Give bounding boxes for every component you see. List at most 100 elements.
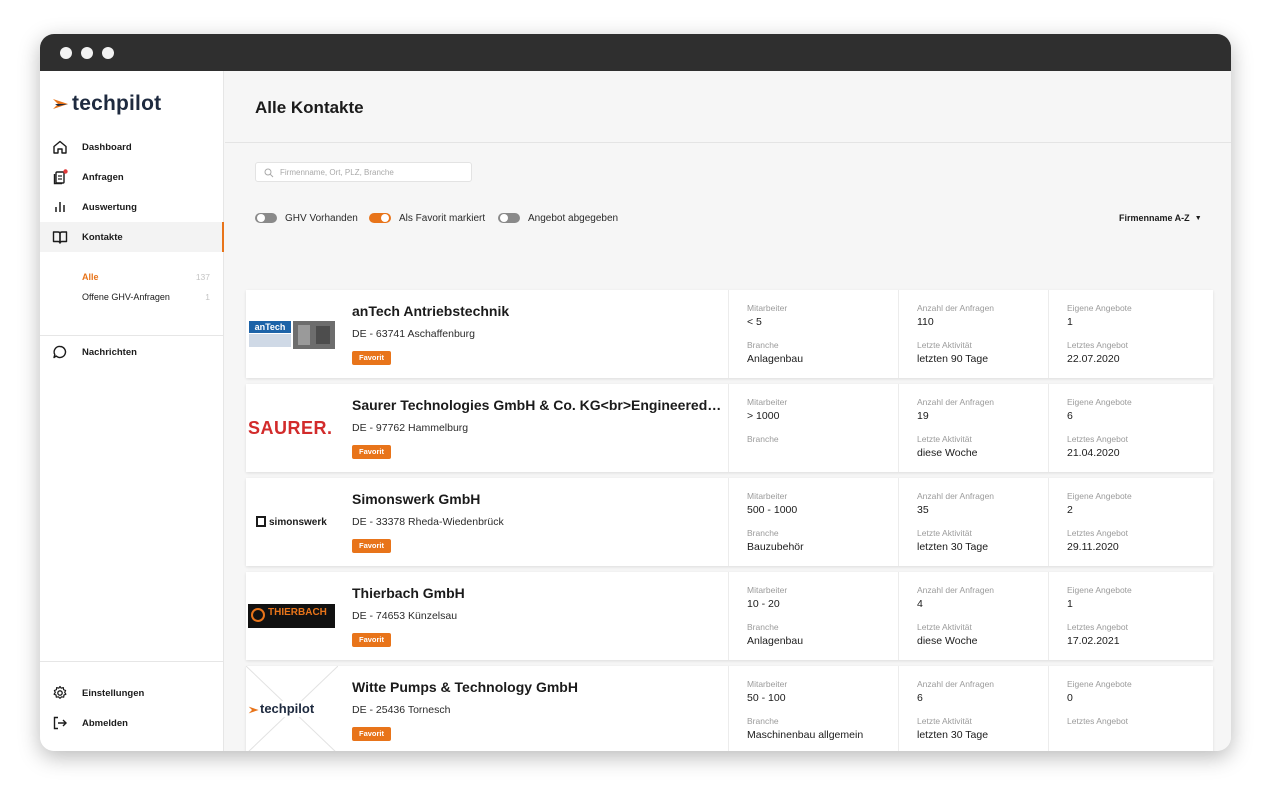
favorit-badge: Favorit: [352, 445, 392, 459]
favorit-badge: Favorit: [352, 633, 392, 647]
field-value: 35: [917, 504, 929, 516]
field-value: letzten 30 Tage: [917, 541, 989, 553]
field-value: 110: [917, 316, 934, 328]
column-angebote: Eigene Angebote 6 Letztes Angebot 21.04.…: [1048, 384, 1213, 472]
window-dot-1[interactable]: [60, 47, 72, 59]
favorit-badge: Favorit: [352, 351, 392, 365]
field-label: Branche: [747, 528, 779, 538]
field-label: Branche: [747, 340, 779, 350]
company-address: DE - 74653 Künzelsau: [352, 610, 458, 622]
subnav-offene-ghv[interactable]: Offene GHV-Anfragen 1: [82, 289, 210, 305]
chat-bubble-icon: [53, 345, 67, 359]
nav-label: Anfragen: [82, 171, 124, 183]
sidebar-divider: [40, 661, 224, 662]
field-label: Mitarbeiter: [747, 397, 788, 407]
field-label: Anzahl der Anfragen: [917, 585, 995, 595]
field-label: Eigene Angebote: [1067, 491, 1132, 501]
contact-card[interactable]: THIERBACH Thierbach GmbH DE - 74653 Künz…: [246, 572, 1213, 660]
sort-dropdown[interactable]: Firmenname A-Z ▼: [1119, 213, 1202, 223]
field-label: Eigene Angebote: [1067, 397, 1132, 407]
nav-anfragen[interactable]: Anfragen: [40, 162, 224, 192]
column-mitarbeiter: Mitarbeiter < 5 Branche Anlagenbau: [728, 290, 898, 378]
window-dot-2[interactable]: [81, 47, 93, 59]
field-label: Letzte Aktivität: [917, 716, 972, 726]
nav-abmelden[interactable]: Abmelden: [40, 708, 224, 738]
field-label: Anzahl der Anfragen: [917, 397, 995, 407]
subnav-alle[interactable]: Alle 137: [82, 269, 210, 285]
column-angebote: Eigene Angebote 1 Letztes Angebot 17.02.…: [1048, 572, 1213, 660]
column-mitarbeiter: Mitarbeiter 500 - 1000 Branche Bauzubehö…: [728, 478, 898, 566]
company-logo: THIERBACH: [246, 572, 338, 660]
toggle-switch[interactable]: [369, 213, 391, 223]
field-value: 22.07.2020: [1067, 353, 1120, 365]
field-value: 1: [1067, 316, 1073, 328]
field-value: < 5: [747, 316, 762, 328]
nav-label: Einstellungen: [82, 687, 145, 699]
nav-auswertung[interactable]: Auswertung: [40, 192, 224, 222]
company-name: Simonswerk GmbH: [352, 491, 481, 507]
field-value: 0: [1067, 692, 1073, 704]
nav-nachrichten[interactable]: Nachrichten: [40, 337, 224, 367]
filter-favorit[interactable]: Als Favorit markiert: [369, 211, 485, 225]
contact-card[interactable]: SAURER. Saurer Technologies GmbH & Co. K…: [246, 384, 1213, 472]
company-address: DE - 97762 Hammelburg: [352, 422, 469, 434]
app-logo[interactable]: techpilot: [52, 89, 161, 119]
field-label: Mitarbeiter: [747, 491, 788, 501]
field-label: Letztes Angebot: [1067, 716, 1128, 726]
logo-text: THIERBACH: [268, 607, 327, 618]
sort-label: Firmenname A-Z: [1119, 213, 1190, 223]
page-title: Alle Kontakte: [255, 98, 364, 117]
field-label: Anzahl der Anfragen: [917, 303, 995, 313]
company-name: anTech Antriebstechnik: [352, 303, 510, 319]
logo-text: simonswerk: [269, 517, 327, 528]
nav-kontakte[interactable]: Kontakte: [40, 222, 224, 252]
nav-label: Dashboard: [82, 141, 132, 153]
company-logo: anTech: [246, 290, 338, 378]
field-label: Anzahl der Anfragen: [917, 491, 995, 501]
column-mitarbeiter: Mitarbeiter 50 - 100 Branche Maschinenba…: [728, 666, 898, 751]
field-value: 4: [917, 598, 923, 610]
column-anfragen: Anzahl der Anfragen 19 Letzte Aktivität …: [898, 384, 1068, 472]
logo-text: techpilot: [260, 701, 315, 716]
company-logo: techpilot: [246, 666, 338, 751]
home-icon: [53, 140, 67, 154]
column-angebote: Eigene Angebote 2 Letztes Angebot 29.11.…: [1048, 478, 1213, 566]
search-input[interactable]: [280, 167, 470, 177]
field-value: Anlagenbau: [747, 635, 804, 647]
column-angebote: Eigene Angebote 0 Letztes Angebot: [1048, 666, 1213, 751]
nav-einstellungen[interactable]: Einstellungen: [40, 678, 224, 708]
nav-label: Kontakte: [82, 231, 123, 243]
toggle-switch[interactable]: [498, 213, 520, 223]
company-address: DE - 25436 Tornesch: [352, 704, 451, 716]
contact-card[interactable]: anTech anTech Antriebstechnik DE - 63741…: [246, 290, 1213, 378]
logo-text: techpilot: [72, 92, 162, 115]
subnav-count: 137: [195, 272, 210, 282]
field-value: 1: [1067, 598, 1073, 610]
page-header: Alle Kontakte: [225, 71, 1231, 143]
column-anfragen: Anzahl der Anfragen 35 Letzte Aktivität …: [898, 478, 1068, 566]
search-box[interactable]: [255, 162, 472, 182]
contact-card[interactable]: techpilot Witte Pumps & Technology GmbH …: [246, 666, 1213, 751]
logo-text: anTech: [249, 321, 291, 333]
window-dot-3[interactable]: [102, 47, 114, 59]
field-label: Branche: [747, 434, 779, 444]
toggle-switch[interactable]: [255, 213, 277, 223]
contact-card[interactable]: simonswerk Simonswerk GmbH DE - 33378 Rh…: [246, 478, 1213, 566]
field-label: Eigene Angebote: [1067, 679, 1132, 689]
field-value: diese Woche: [917, 635, 978, 647]
filter-angebot-abgegeben[interactable]: Angebot abgegeben: [498, 211, 618, 225]
field-value: 17.02.2021: [1067, 635, 1120, 647]
company-name: Thierbach GmbH: [352, 585, 465, 601]
column-anfragen: Anzahl der Anfragen 6 Letzte Aktivität l…: [898, 666, 1068, 751]
nav-dashboard[interactable]: Dashboard: [40, 132, 224, 162]
field-label: Letzte Aktivität: [917, 340, 972, 350]
main-content: Alle Kontakte GHV Vorhanden Als Favorit …: [225, 71, 1231, 751]
filter-ghv-vorhanden[interactable]: GHV Vorhanden: [255, 211, 358, 225]
field-value: 500 - 1000: [747, 504, 798, 516]
company-address: DE - 33378 Rheda-Wiedenbrück: [352, 516, 504, 528]
logout-icon: [53, 716, 67, 730]
chevron-down-icon: ▼: [1194, 214, 1202, 222]
field-label: Mitarbeiter: [747, 679, 788, 689]
search-icon: [264, 168, 274, 178]
field-value: Anlagenbau: [747, 353, 804, 365]
